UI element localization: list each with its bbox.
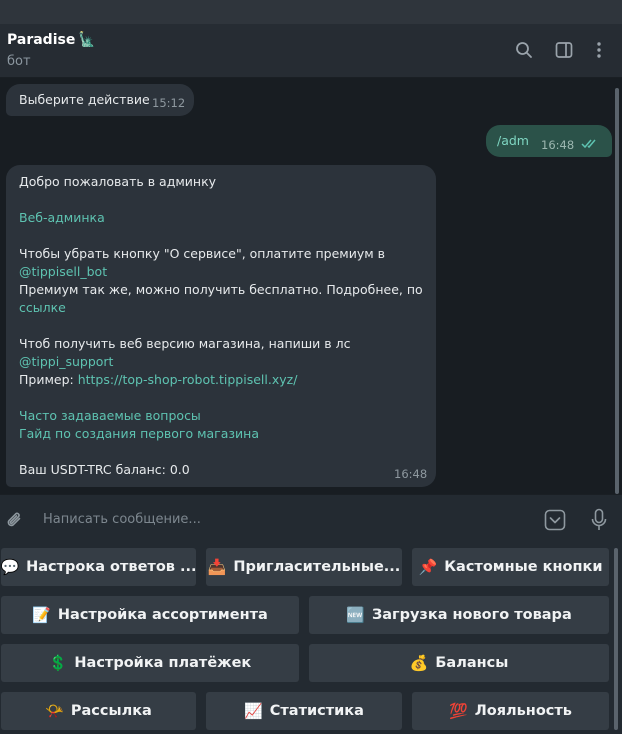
speech-bubble-icon: 💬 xyxy=(1,558,20,576)
details-link[interactable]: ссылке xyxy=(19,300,66,315)
voice-message-button[interactable] xyxy=(588,507,610,533)
button-label: Настройка платёжек xyxy=(74,655,252,671)
chat-header: Paradise 🗽 бот xyxy=(0,24,622,78)
attach-button[interactable] xyxy=(4,509,26,531)
keyboard-scrollbar[interactable] xyxy=(614,548,618,730)
faq-link[interactable]: Часто задаваемые вопросы xyxy=(19,408,201,423)
statue-of-liberty-icon: 🗽 xyxy=(78,32,96,48)
example-url-link[interactable]: https://top-shop-robot.tippisell.xyz/ xyxy=(78,372,298,387)
incoming-message[interactable]: Выберите действие 15:12 xyxy=(6,84,194,116)
assortment-settings-button[interactable]: 📝 Настройка ассортимента xyxy=(1,596,299,634)
chart-increasing-icon: 📈 xyxy=(244,702,263,720)
chat-title[interactable]: Paradise 🗽 xyxy=(7,32,96,48)
custom-buttons-button[interactable]: 📌 Кастомные кнопки xyxy=(412,548,609,586)
example-line: Пример: https://top-shop-robot.tippisell… xyxy=(19,372,297,387)
keyboard-toggle-icon xyxy=(544,509,566,531)
window-top-strip xyxy=(0,0,622,24)
button-label: Балансы xyxy=(435,655,509,671)
support-mention-link[interactable]: @tippi_support xyxy=(19,354,113,369)
button-label: Рассылка xyxy=(70,703,152,719)
upload-product-button[interactable]: 🆕 Загрузка нового товара xyxy=(309,596,609,634)
statistics-button[interactable]: 📈 Статистика xyxy=(206,692,402,730)
guide-link[interactable]: Гайд по создания первого магазина xyxy=(19,426,259,441)
search-button[interactable] xyxy=(513,39,535,61)
more-vertical-icon xyxy=(597,42,601,58)
outgoing-message[interactable]: /adm 16:48 xyxy=(486,125,612,157)
postal-horn-icon: 📯 xyxy=(45,702,64,720)
button-label: Лояльность xyxy=(474,703,572,719)
message-time: 16:48 xyxy=(541,138,575,152)
button-label: Настройка ассортимента xyxy=(57,607,268,623)
answers-settings-button[interactable]: 💬 Настрока ответов ... xyxy=(1,548,196,586)
bot-mention-link[interactable]: @tippisell_bot xyxy=(19,264,107,279)
keyboard-toggle-button[interactable] xyxy=(543,508,567,532)
balance-text: Ваш USDT-TRC баланс: 0.0 xyxy=(19,462,190,477)
button-label: Загрузка нового товара xyxy=(371,607,572,623)
button-label: Статистика xyxy=(269,703,364,719)
chat-subtitle: бот xyxy=(7,54,31,69)
hundred-points-icon: 💯 xyxy=(449,702,468,720)
admin-welcome-message[interactable]: Добро пожаловать в админку Веб-админка Ч… xyxy=(6,165,436,487)
chat-title-text: Paradise xyxy=(7,32,76,48)
message-text: Добро пожаловать в админку xyxy=(19,174,217,189)
button-label: Настрока ответов ... xyxy=(26,559,196,575)
message-text: Чтобы убрать кнопку "О сервисе", оплатит… xyxy=(19,246,385,261)
chat-scrollbar[interactable] xyxy=(615,88,619,494)
more-menu-button[interactable] xyxy=(588,39,610,61)
bot-reply-keyboard: 💬 Настрока ответов ... 📥 Пригласительные..… xyxy=(0,544,622,734)
microphone-icon xyxy=(591,508,607,530)
message-text: Премиум так же, можно получить бесплатно… xyxy=(19,282,423,297)
message-text: Выберите действие xyxy=(19,92,150,107)
button-label: Пригласительные... xyxy=(233,559,401,575)
message-time: 15:12 xyxy=(152,96,186,110)
search-icon xyxy=(516,42,532,58)
web-admin-link[interactable]: Веб-админка xyxy=(19,210,105,225)
new-badge-icon: 🆕 xyxy=(346,606,365,624)
example-label: Пример: xyxy=(19,372,78,387)
payment-settings-button[interactable]: 💲 Настройка платёжек xyxy=(1,644,299,682)
message-time: 16:48 xyxy=(394,467,428,481)
broadcast-button[interactable]: 📯 Рассылка xyxy=(1,692,196,730)
money-bag-icon: 💰 xyxy=(409,654,429,672)
sidebar-toggle-icon xyxy=(555,42,573,58)
dollar-sign-icon: 💲 xyxy=(48,654,68,672)
message-composer: Написать сообщение... xyxy=(0,494,622,544)
sidebar-toggle-button[interactable] xyxy=(553,39,575,61)
loyalty-button[interactable]: 💯 Лояльность xyxy=(412,692,609,730)
pushpin-icon: 📌 xyxy=(418,558,438,576)
message-list[interactable]: Выберите действие 15:12 /adm 16:48 Добро… xyxy=(0,78,622,494)
invitations-button[interactable]: 📥 Пригласительные... xyxy=(206,548,402,586)
memo-icon: 📝 xyxy=(32,606,51,624)
button-label: Кастомные кнопки xyxy=(444,559,603,575)
message-text: /adm xyxy=(497,133,529,148)
attach-icon xyxy=(7,512,21,527)
balances-button[interactable]: 💰 Балансы xyxy=(309,644,609,682)
double-check-icon xyxy=(581,139,596,149)
message-input[interactable]: Написать сообщение... xyxy=(43,512,201,527)
inbox-tray-icon: 📥 xyxy=(207,558,227,576)
message-text: Чтоб получить веб версию магазина, напиш… xyxy=(19,336,351,351)
